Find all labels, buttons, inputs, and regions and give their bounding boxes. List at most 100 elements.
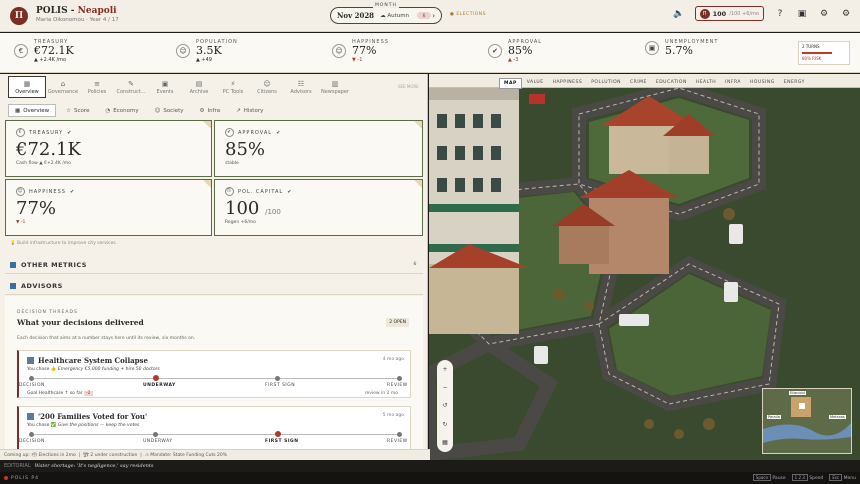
- risk-bar: [802, 52, 832, 54]
- layer-tab-pollution[interactable]: POLLUTION: [587, 78, 625, 89]
- layer-tab-health[interactable]: HEALTH: [692, 78, 720, 89]
- stat-population[interactable]: ☺ POPULATION 3.5K ▲ +49: [176, 39, 238, 63]
- rotate-left-icon[interactable]: ↺: [442, 402, 447, 409]
- thread-item[interactable]: Healthcare System Collapse 4 mo ago You …: [17, 350, 411, 398]
- minimap[interactable]: Elianioni Paralia Metaxas: [762, 388, 852, 454]
- nav-overview[interactable]: ▦ Overview: [8, 76, 46, 98]
- card-approval[interactable]: ✔ APPROVAL ✔ 85% stable: [214, 120, 423, 177]
- city-map[interactable]: MAP VALUE HAPPINESS POLLUTION CRIME EDUC…: [429, 74, 860, 460]
- map-layer-tabs: MAP VALUE HAPPINESS POLLUTION CRIME EDUC…: [499, 78, 809, 89]
- overview-icon: ▦: [15, 107, 21, 114]
- key-esc: Esc: [829, 474, 843, 481]
- ticker-tag: EDITORIAL: [4, 463, 31, 469]
- star-icon: ☆: [66, 107, 72, 114]
- help-icon[interactable]: ?: [774, 8, 786, 20]
- nav-citizens[interactable]: ☺ Citizens: [250, 76, 284, 98]
- capital-icon: Π: [699, 8, 710, 19]
- minimap-render: [763, 389, 851, 453]
- settings-icon[interactable]: ⚙: [818, 8, 830, 20]
- nav-policies[interactable]: ≡ Policies: [80, 76, 114, 98]
- minimap-label: Paralia: [767, 415, 781, 419]
- wallet-icon: €: [14, 44, 28, 59]
- nav-see-more[interactable]: SEE MORE: [398, 84, 419, 89]
- stat-happiness[interactable]: ☺ HAPPINESS 77% ▼ -1: [332, 39, 389, 63]
- subtab-economy[interactable]: ◔ Economy: [99, 104, 144, 117]
- expand-icon: [10, 282, 16, 289]
- layer-tab-energy[interactable]: ENERGY: [780, 78, 809, 89]
- rotate-right-icon[interactable]: ↻: [442, 421, 447, 428]
- smile-icon: ☺: [332, 44, 346, 59]
- left-panel: ▦ Overview ⌂ Governance ≡ Policies ✎ Constru…: [0, 74, 428, 460]
- layer-tab-crime[interactable]: CRIME: [626, 78, 651, 89]
- overview-cards: € TREASURY ✔ €72.1K Cash flow ▲ €+2.4K /mo…: [5, 120, 423, 236]
- layer-tab-infra[interactable]: INFRA: [721, 78, 745, 89]
- risk-mini-panel[interactable]: 2 TURNS 80% RISK: [798, 41, 850, 65]
- construction-icon: ✎: [128, 79, 134, 88]
- gear-icon[interactable]: ⚙: [840, 8, 852, 20]
- month-advance-button[interactable]: MONTH Nov 2028 ☁ Autumn 6 ›: [330, 3, 442, 24]
- nav-governance[interactable]: ⌂ Governance: [46, 76, 80, 98]
- save-icon[interactable]: ▣: [796, 8, 808, 20]
- subtab-score[interactable]: ☆ Score: [60, 104, 95, 117]
- key-speed: 1 2 3: [791, 474, 808, 481]
- grid-icon[interactable]: ▦: [442, 439, 448, 446]
- stat-unemployment[interactable]: ▣ UNEMPLOYMENT 5.7%: [645, 39, 718, 57]
- month-label: MONTH: [373, 3, 399, 8]
- layer-tab-housing[interactable]: HOUSING: [746, 78, 779, 89]
- zoom-in-icon[interactable]: +: [442, 366, 447, 373]
- current-date: Nov 2028: [337, 11, 375, 20]
- governance-icon: ⌂: [60, 79, 66, 88]
- stat-approval[interactable]: ✔ APPROVAL 85% ▲ -3: [488, 39, 542, 63]
- section-advisors[interactable]: ADVISORS: [5, 277, 423, 295]
- event-count-pill: 6: [417, 12, 432, 19]
- open-count-badge: 2 OPEN: [386, 318, 409, 327]
- layer-tab-value[interactable]: VALUE: [523, 78, 548, 89]
- news-ticker[interactable]: EDITORIAL Water shortage: 'It's negligen…: [0, 460, 860, 472]
- city-name: Neapoli: [77, 6, 117, 17]
- minimap-label: Metaxas: [829, 415, 846, 419]
- layer-tab-map[interactable]: MAP: [499, 78, 522, 89]
- check-icon: ✔: [67, 129, 73, 136]
- mandate-warning: ⚠ Mandate: State Funding Cuts 20%: [144, 452, 228, 458]
- check-icon: ✔: [276, 129, 282, 136]
- nav-construction[interactable]: ✎ Construct...: [114, 76, 148, 98]
- capital-icon: Π: [225, 187, 234, 196]
- layer-tab-education[interactable]: EDUCATION: [652, 78, 691, 89]
- nav-newspaper[interactable]: ▥ Newspaper: [318, 76, 352, 98]
- briefcase-icon: ▣: [645, 41, 659, 56]
- political-capital-counter[interactable]: Π 100 /100 +6/mo: [694, 6, 764, 21]
- main-nav: ▦ Overview ⌂ Governance ≡ Policies ✎ Constru…: [8, 76, 352, 98]
- sound-icon[interactable]: 🔈: [673, 8, 685, 20]
- card-political-capital[interactable]: Π POL. CAPITAL ✔ 100 /100 Regen +6/mo: [214, 179, 423, 236]
- progress-track: [31, 434, 401, 435]
- elections-indicator: ● ELECTIONS: [450, 12, 487, 17]
- card-treasury[interactable]: € TREASURY ✔ €72.1K Cash flow ▲ €+2.4K /mo: [5, 120, 212, 177]
- thread-item[interactable]: '200 Families Voted for You' 5 mo ago Yo…: [17, 406, 411, 454]
- subtab-society[interactable]: ☺ Society: [149, 104, 190, 117]
- section-other-metrics[interactable]: OTHER METRICS 6: [5, 256, 423, 274]
- chevron-right-icon: ›: [432, 11, 435, 20]
- hospital-icon: [27, 357, 34, 364]
- layer-tab-happiness[interactable]: HAPPINESS: [549, 78, 587, 89]
- decision-threads: DECISION THREADS What your decisions del…: [5, 296, 423, 460]
- trend-icon: ↗: [236, 107, 241, 114]
- pie-icon: ◔: [105, 107, 111, 114]
- subtab-history[interactable]: ↗ History: [230, 104, 269, 117]
- lightning-icon: ⚡: [230, 79, 236, 88]
- subtab-infra[interactable]: ⚙ Infra: [194, 104, 227, 117]
- stat-treasury[interactable]: € TREASURY €72.1K ▲ +2.4K /mo: [14, 39, 74, 63]
- minimap-label: Elianioni: [789, 391, 806, 395]
- people-icon: ☺: [176, 44, 190, 59]
- thumbs-up-icon: ✔: [488, 44, 502, 59]
- nav-archive[interactable]: ▤ Archive: [182, 76, 216, 98]
- nav-advisors[interactable]: ☷ Advisors: [284, 76, 318, 98]
- card-happiness[interactable]: ☺ HAPPINESS ✔ 77% ▼ -1: [5, 179, 212, 236]
- events-icon: ▣: [161, 79, 169, 88]
- wallet-icon: €: [16, 128, 25, 137]
- nav-pc-tools[interactable]: ⚡ PC Tools: [216, 76, 250, 98]
- subtab-overview[interactable]: ▦ Overview: [8, 104, 57, 117]
- nav-events[interactable]: ▣ Events: [148, 76, 182, 98]
- newspaper-icon: ▥: [331, 79, 339, 88]
- zoom-out-icon[interactable]: −: [442, 384, 447, 391]
- top-bar: Π POLIS - Neapoli Maria Oikonomou · Year…: [0, 0, 860, 32]
